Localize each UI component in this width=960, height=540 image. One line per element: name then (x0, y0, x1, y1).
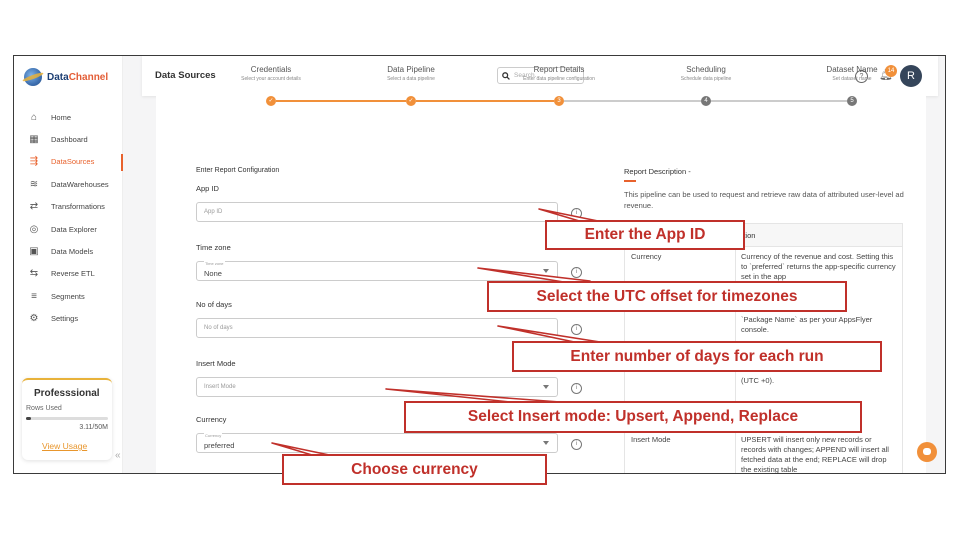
callout-days: Enter number of days for each run (512, 341, 882, 372)
callout-app-id: Enter the App ID (545, 220, 745, 250)
callout-currency: Choose currency (282, 454, 547, 485)
callout-timezone: Select the UTC offset for timezones (487, 281, 847, 312)
callout-insert-mode: Select Insert mode: Upsert, Append, Repl… (404, 401, 862, 433)
